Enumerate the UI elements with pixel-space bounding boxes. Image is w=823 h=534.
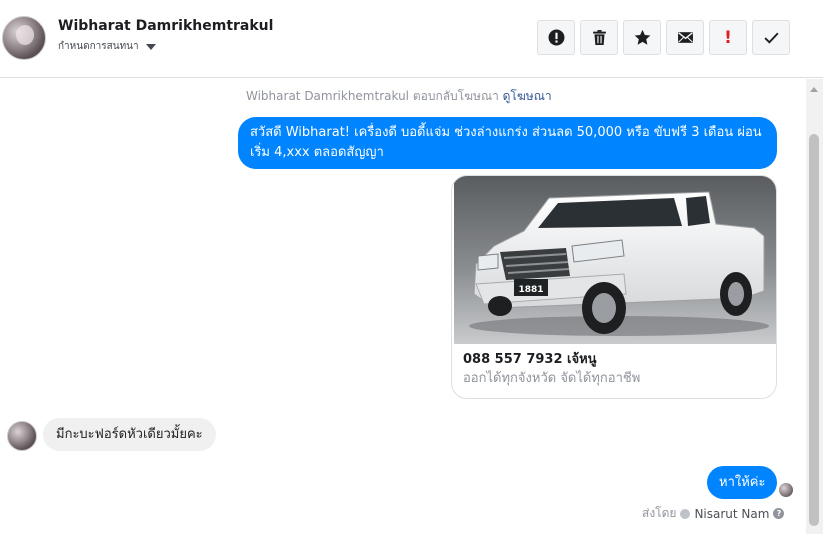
scroll-up-arrow-icon[interactable] xyxy=(810,87,818,92)
seen-avatar xyxy=(779,483,793,497)
trash-icon xyxy=(592,30,606,45)
ad-title: 088 557 7932 เจ้หนู xyxy=(463,352,597,367)
check-icon xyxy=(763,32,779,44)
incoming-message: มีกะบะฟอร์ดหัวเดียวมั้ยคะ xyxy=(43,418,216,451)
ad-card[interactable]: 1881 088 557 7932 เจ้หนู ออกได้ทุกจังหวั… xyxy=(451,175,777,399)
pickup-truck-image: 1881 xyxy=(454,176,776,344)
agent-avatar-icon xyxy=(680,508,691,519)
delete-button[interactable] xyxy=(580,20,618,55)
conversation-toolbar: ! xyxy=(537,20,790,55)
thread-scrollbar[interactable] xyxy=(806,79,823,534)
help-icon[interactable]: ? xyxy=(773,508,785,519)
contact-name[interactable]: Wibharat Damrikhemtrakul xyxy=(58,18,273,34)
exclamation-icon: ! xyxy=(724,27,732,48)
sender-name[interactable]: Nisarut Nam xyxy=(694,507,769,521)
caret-down-icon xyxy=(145,43,156,50)
contact-avatar-small[interactable] xyxy=(7,421,37,451)
ad-description: ออกได้ทุกจังหวัด จัดได้ทุกอาชีพ xyxy=(463,371,641,386)
info-button[interactable] xyxy=(537,20,575,55)
star-button[interactable] xyxy=(623,20,661,55)
sent-by-info: ส่งโดย Nisarut Nam ? xyxy=(642,504,785,523)
spam-button[interactable]: ! xyxy=(709,20,747,55)
conversation-header: Wibharat Damrikhemtrakul กำหนดการสนทนา ! xyxy=(0,0,823,78)
reply-message: หาให้ค่ะ xyxy=(707,466,778,499)
inbox-conversation: Wibharat Damrikhemtrakul กำหนดการสนทนา !… xyxy=(0,0,823,534)
ad-reply-notice: Wibharat Damrikhemtrakul ตอบกลับโฆษณา ดู… xyxy=(246,87,552,106)
contact-avatar[interactable] xyxy=(2,16,46,60)
sent-by-label: ส่งโดย xyxy=(642,506,677,520)
info-circle-icon xyxy=(548,29,564,46)
view-ad-link[interactable]: ดูโฆษณา xyxy=(503,89,552,103)
message-thread[interactable]: Wibharat Damrikhemtrakul ตอบกลับโฆษณา ดู… xyxy=(0,79,806,534)
mark-unread-button[interactable] xyxy=(666,20,704,55)
done-button[interactable] xyxy=(752,20,790,55)
outgoing-ad-message: สวัสดี Wibharat! เครื่องดี บอดี้แจ่ม ช่ว… xyxy=(238,117,777,169)
assign-label: กำหนดการสนทนา xyxy=(58,41,139,52)
license-plate: 1881 xyxy=(518,285,543,295)
star-icon xyxy=(634,29,650,45)
ad-reply-text: Wibharat Damrikhemtrakul ตอบกลับโฆษณา xyxy=(246,89,499,103)
scroll-thumb[interactable] xyxy=(809,134,819,526)
envelope-icon xyxy=(677,32,693,43)
assign-conversation-dropdown[interactable]: กำหนดการสนทนา xyxy=(58,39,156,54)
